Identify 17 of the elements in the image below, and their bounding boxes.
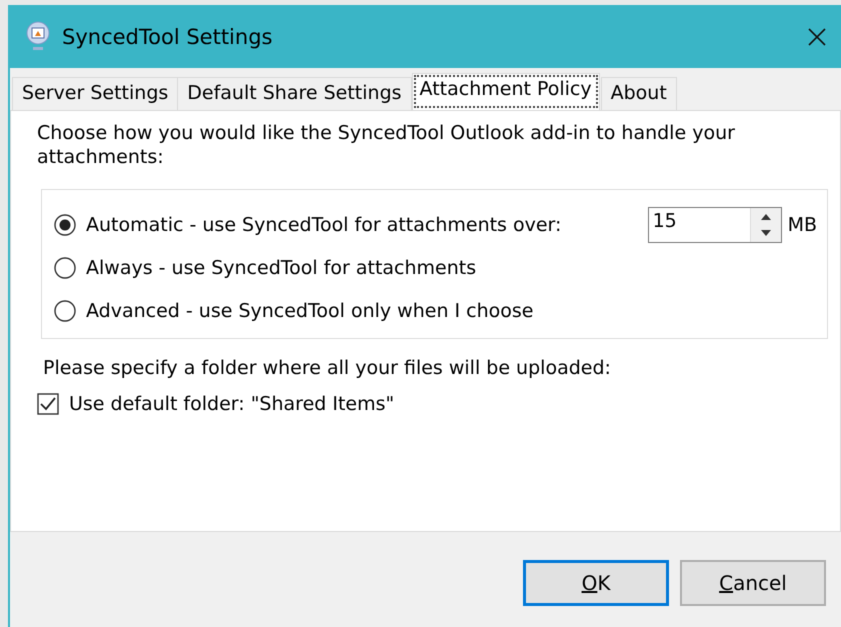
tab[interactable]: About <box>600 77 677 110</box>
tab[interactable]: Attachment Policy <box>412 73 600 110</box>
radio-option[interactable]: Advanced - use SyncedTool only when I choose <box>54 300 534 322</box>
radio-option[interactable]: Always - use SyncedTool for attachments <box>54 257 476 279</box>
unit-label: MB <box>788 214 817 236</box>
dialog-button[interactable]: Cancel <box>680 560 826 606</box>
folder-prompt: Please specify a folder where all your files will be uploaded: <box>43 357 612 379</box>
default-folder-checkbox[interactable]: Use default folder: "Shared Items" <box>37 393 394 415</box>
tab[interactable]: Server Settings <box>12 77 178 110</box>
tab[interactable]: Default Share Settings <box>177 77 412 110</box>
window-title: SyncedTool Settings <box>62 24 272 48</box>
dialog-button[interactable]: OK <box>523 560 669 606</box>
intro-text: Choose how you would like the SyncedTool Outlook add-in to handle your attachments: <box>37 121 736 169</box>
close-icon <box>807 26 827 46</box>
radio-option[interactable]: Automatic - use SyncedTool for attachments over: <box>54 214 562 236</box>
app-icon <box>26 20 50 52</box>
size-spinner[interactable]: 15 <box>648 207 782 243</box>
